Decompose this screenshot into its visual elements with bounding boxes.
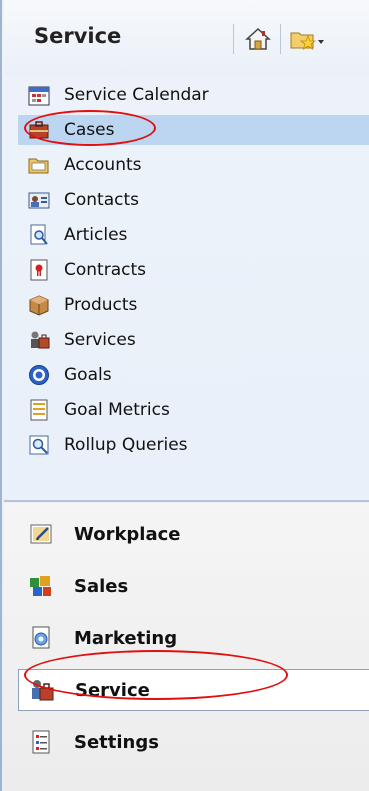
area-button-service[interactable]: Service <box>18 669 369 711</box>
case-icon <box>28 119 50 141</box>
pane-header: Service <box>4 0 369 76</box>
sub-area-label: Services <box>64 330 136 350</box>
services-icon <box>28 329 50 351</box>
sub-area-service-calendar[interactable]: Service Calendar <box>18 80 369 110</box>
area-label: Settings <box>74 731 159 753</box>
area-label: Sales <box>74 575 129 597</box>
sub-area-goal-metrics[interactable]: Goal Metrics <box>18 395 369 425</box>
area-navigation: Workplace Sales Marketing Service Settin… <box>4 503 369 791</box>
area-label: Marketing <box>74 627 178 649</box>
sub-area-goals[interactable]: Goals <box>18 360 369 390</box>
sub-area-label: Articles <box>64 225 128 245</box>
sub-area-services[interactable]: Services <box>18 325 369 355</box>
contract-icon <box>28 259 50 281</box>
accounts-icon <box>28 154 50 176</box>
favorites-folder-icon[interactable] <box>287 24 327 54</box>
calendar-icon <box>28 84 50 106</box>
contact-card-icon <box>28 189 50 211</box>
sub-area-label: Rollup Queries <box>64 435 188 455</box>
sub-area-contacts[interactable]: Contacts <box>18 185 369 215</box>
dropdown-arrow-icon <box>318 40 324 44</box>
sales-icon <box>28 573 54 599</box>
header-separator <box>233 24 234 54</box>
service-icon <box>29 677 55 703</box>
product-box-icon <box>28 294 50 316</box>
sub-area-label: Contracts <box>64 260 146 280</box>
sub-area-accounts[interactable]: Accounts <box>18 150 369 180</box>
area-button-settings[interactable]: Settings <box>18 721 369 763</box>
rollup-query-icon <box>28 434 50 456</box>
goal-target-icon <box>28 364 50 386</box>
sub-area-label: Goals <box>64 365 112 385</box>
sub-area-contracts[interactable]: Contracts <box>18 255 369 285</box>
sub-area-label: Contacts <box>64 190 139 210</box>
sub-area-cases[interactable]: Cases <box>18 115 369 145</box>
settings-icon <box>28 729 54 755</box>
goal-metrics-icon <box>28 399 50 421</box>
sub-area-rollup-queries[interactable]: Rollup Queries <box>18 430 369 460</box>
area-button-marketing[interactable]: Marketing <box>18 617 369 659</box>
home-icon[interactable] <box>243 24 273 54</box>
sub-area-label: Cases <box>64 120 115 140</box>
workplace-icon <box>28 521 54 547</box>
header-separator <box>280 24 281 54</box>
sub-area-products[interactable]: Products <box>18 290 369 320</box>
sub-area-label: Products <box>64 295 138 315</box>
article-search-icon <box>28 224 50 246</box>
area-button-workplace[interactable]: Workplace <box>18 513 369 555</box>
area-label: Workplace <box>74 523 181 545</box>
sub-area-label: Goal Metrics <box>64 400 170 420</box>
pane-splitter[interactable] <box>4 500 369 502</box>
area-label: Service <box>75 679 150 701</box>
area-button-sales[interactable]: Sales <box>18 565 369 607</box>
navigation-pane: Service Service Calendar Cases Accounts … <box>0 0 369 791</box>
area-title: Service <box>34 24 122 48</box>
sub-area-articles[interactable]: Articles <box>18 220 369 250</box>
marketing-icon <box>28 625 54 651</box>
sub-area-label: Accounts <box>64 155 142 175</box>
sub-area-label: Service Calendar <box>64 85 209 105</box>
